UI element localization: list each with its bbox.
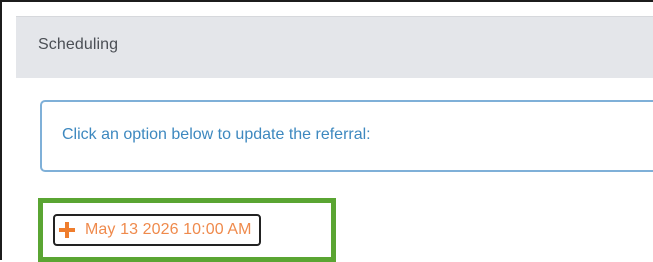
panel-header: Scheduling — [16, 16, 653, 78]
screenshot-frame: Scheduling Click an option below to upda… — [0, 0, 653, 262]
info-message: Click an option below to update the refe… — [62, 126, 371, 143]
schedule-option-button[interactable]: May 13 2026 10:00 AM — [53, 214, 261, 246]
info-alert: Click an option below to update the refe… — [40, 100, 653, 172]
plus-icon — [59, 222, 75, 238]
schedule-option-label: May 13 2026 10:00 AM — [85, 221, 252, 238]
panel-title: Scheduling — [38, 36, 119, 53]
scheduling-panel: Scheduling Click an option below to upda… — [16, 16, 653, 262]
highlight-box: May 13 2026 10:00 AM — [38, 198, 336, 262]
